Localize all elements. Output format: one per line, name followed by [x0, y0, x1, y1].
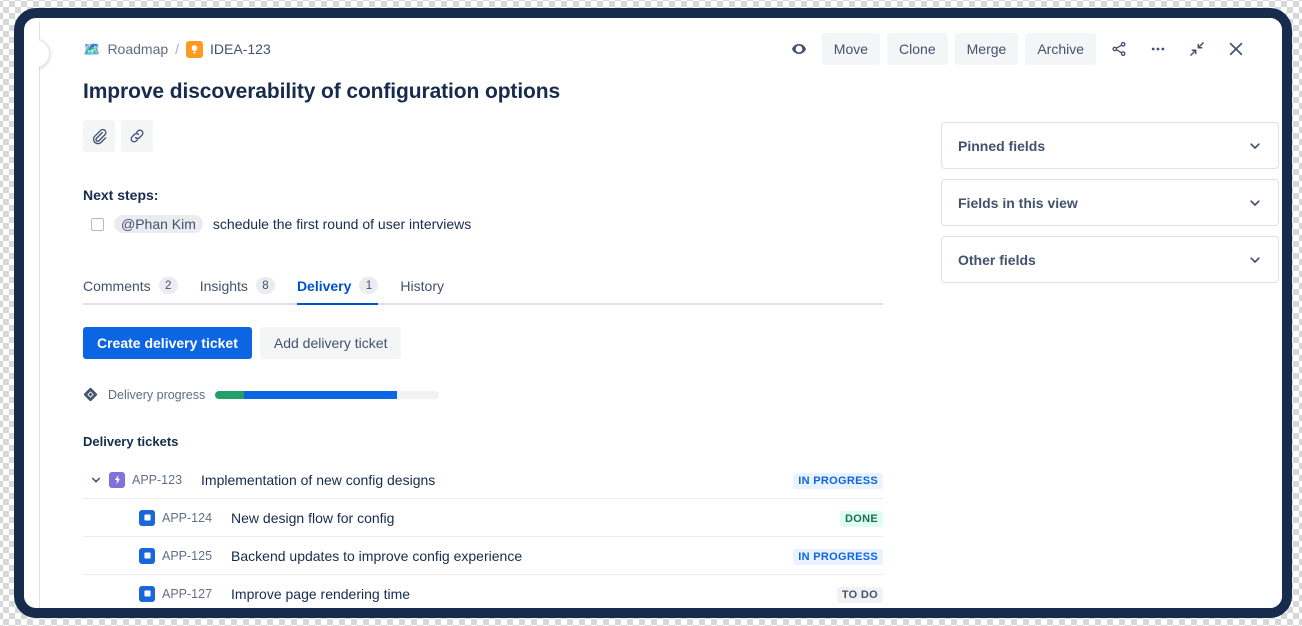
breadcrumb-issue-key[interactable]: IDEA-123: [210, 41, 271, 57]
task-text: schedule the first round of user intervi…: [213, 216, 471, 232]
panel-pinned-fields[interactable]: Pinned fields: [941, 122, 1279, 169]
panel-other-fields[interactable]: Other fields: [941, 236, 1279, 283]
map-icon: 🗺️: [83, 42, 100, 56]
modal-header: 🗺️ Roadmap / IDEA-123: [83, 32, 1258, 66]
panel-fields-in-this-view-title: Fields in this view: [958, 195, 1078, 211]
close-button[interactable]: [1220, 33, 1252, 65]
attach-file-button[interactable]: [83, 120, 115, 152]
epic-type-icon: [109, 472, 125, 488]
modal-body: Next steps: @Phan Kim schedule the first…: [83, 120, 1258, 608]
share-icon: [1110, 40, 1128, 58]
delivery-progress-label: Delivery progress: [108, 388, 205, 402]
share-button[interactable]: [1103, 33, 1135, 65]
more-options-button[interactable]: [1142, 33, 1174, 65]
lightbulb-icon: [186, 41, 203, 58]
tab-delivery[interactable]: Delivery 1: [297, 277, 378, 305]
add-delivery-ticket-button[interactable]: Add delivery ticket: [260, 327, 402, 359]
move-button[interactable]: Move: [822, 33, 880, 65]
eye-icon: [790, 40, 808, 58]
collapse-diagonal-icon: [1188, 40, 1206, 58]
chevron-down-icon: [1248, 139, 1262, 153]
ticket-row[interactable]: APP-124 New design flow for config DONE: [83, 499, 883, 537]
breadcrumb: 🗺️ Roadmap / IDEA-123: [83, 41, 271, 58]
tab-comments-label: Comments: [83, 278, 151, 294]
mention-chip[interactable]: @Phan Kim: [114, 215, 203, 233]
ticket-row[interactable]: APP-125 Backend updates to improve config…: [83, 537, 883, 575]
issue-detail-modal: 🗺️ Roadmap / IDEA-123: [39, 18, 1282, 608]
ticket-key[interactable]: APP-124: [162, 511, 212, 525]
status-badge: IN PROGRESS: [793, 473, 883, 489]
tab-history-label: History: [400, 278, 444, 294]
paperclip-icon: [90, 127, 108, 145]
delivery-progress-bar: [215, 391, 439, 399]
delivery-tickets-list: APP-123 Implementation of new config desi…: [83, 461, 883, 608]
fields-sidebar: Pinned fields Fields in this view Other …: [903, 120, 1279, 608]
panel-other-fields-title: Other fields: [958, 252, 1036, 268]
breadcrumb-separator: /: [175, 41, 179, 57]
chevron-down-icon: [1248, 196, 1262, 210]
status-badge: DONE: [840, 511, 883, 527]
modal-frame: 🗺️ Roadmap / IDEA-123: [14, 8, 1292, 618]
watch-button[interactable]: [783, 33, 815, 65]
close-icon: [1226, 39, 1246, 59]
ticket-row[interactable]: APP-127 Improve page rendering time TO DO: [83, 575, 883, 608]
ticket-status: TO DO: [837, 585, 883, 603]
status-badge: TO DO: [837, 587, 883, 603]
tab-delivery-label: Delivery: [297, 278, 351, 294]
ticket-status: DONE: [840, 509, 883, 527]
chevron-down-icon: [1248, 253, 1262, 267]
collapse-button[interactable]: [1181, 33, 1213, 65]
delivery-action-buttons: Create delivery ticket Add delivery tick…: [83, 327, 903, 359]
create-delivery-ticket-button[interactable]: Create delivery ticket: [83, 327, 252, 359]
breadcrumb-roadmap-link[interactable]: Roadmap: [107, 41, 168, 57]
tab-insights-badge: 8: [256, 277, 275, 294]
header-actions: Move Clone Merge Archive: [783, 33, 1258, 65]
ticket-summary[interactable]: Backend updates to improve config experi…: [231, 548, 522, 564]
attachment-toolbar: [83, 120, 903, 152]
tab-insights[interactable]: Insights 8: [200, 277, 275, 305]
clone-button[interactable]: Clone: [887, 33, 948, 65]
lightbulb-glyph: [189, 44, 200, 55]
delivery-progress: Delivery progress: [83, 387, 903, 402]
progress-segment-inprogress: [244, 391, 396, 399]
ticket-expand-toggle[interactable]: [83, 474, 109, 486]
ticket-summary[interactable]: Improve page rendering time: [231, 586, 410, 602]
status-badge: IN PROGRESS: [793, 549, 883, 565]
ticket-key[interactable]: APP-125: [162, 549, 212, 563]
chevron-right-icon: [39, 49, 41, 59]
page-title: Improve discoverability of configuration…: [83, 80, 1258, 104]
task-type-icon: [139, 586, 155, 602]
task-type-icon: [139, 510, 155, 526]
tab-history[interactable]: History: [400, 278, 444, 305]
panel-fields-in-this-view[interactable]: Fields in this view: [941, 179, 1279, 226]
tab-delivery-badge: 1: [359, 277, 378, 294]
tab-comments-badge: 2: [159, 277, 178, 294]
ticket-summary[interactable]: Implementation of new config designs: [201, 472, 435, 488]
next-step-task-row: @Phan Kim schedule the first round of us…: [83, 215, 903, 233]
task-checkbox[interactable]: [91, 218, 104, 231]
task-type-icon: [139, 548, 155, 564]
add-link-button[interactable]: [121, 120, 153, 152]
delivery-progress-icon: [83, 387, 98, 402]
archive-button[interactable]: Archive: [1025, 33, 1096, 65]
main-column: Next steps: @Phan Kim schedule the first…: [83, 120, 903, 608]
tab-insights-label: Insights: [200, 278, 248, 294]
panel-pinned-fields-title: Pinned fields: [958, 138, 1045, 154]
delivery-tickets-heading: Delivery tickets: [83, 434, 903, 449]
ticket-status: IN PROGRESS: [793, 471, 883, 489]
tab-comments[interactable]: Comments 2: [83, 277, 178, 305]
ticket-status: IN PROGRESS: [793, 547, 883, 565]
ticket-row[interactable]: APP-123 Implementation of new config desi…: [83, 461, 883, 499]
progress-segment-done: [215, 391, 244, 399]
tab-bar: Comments 2 Insights 8 Delivery 1 Histo: [83, 277, 883, 305]
link-icon: [128, 127, 146, 145]
ticket-key[interactable]: APP-123: [132, 473, 182, 487]
ticket-key[interactable]: APP-127: [162, 587, 212, 601]
merge-button[interactable]: Merge: [955, 33, 1019, 65]
ticket-summary[interactable]: New design flow for config: [231, 510, 394, 526]
more-horizontal-icon: [1149, 40, 1167, 58]
next-steps-heading: Next steps:: [83, 187, 903, 203]
delivery-progress-glyph: [83, 387, 98, 402]
